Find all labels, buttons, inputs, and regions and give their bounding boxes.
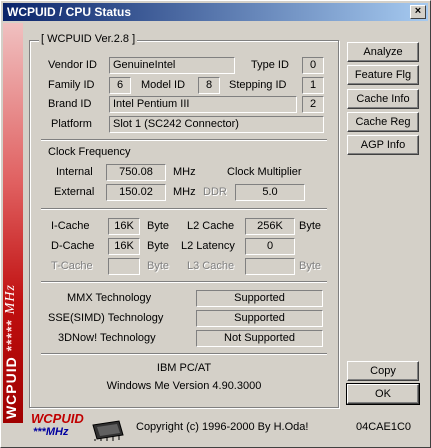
l3-cache-label: L3 Cache (187, 260, 235, 272)
sidebar-mhz: MHz (3, 283, 18, 315)
analyze-button[interactable]: Analyze (347, 42, 419, 62)
l3-cache-field (245, 258, 295, 275)
internal-clock-label: Internal (56, 166, 93, 178)
mmx-field: Supported (196, 290, 323, 307)
sse-label: SSE(SIMD) Technology (48, 312, 164, 324)
feature-flags-button[interactable]: Feature Flg (347, 65, 419, 85)
icache-field: 16K (108, 218, 140, 235)
tcache-unit: Byte (147, 260, 170, 272)
sidebar-stars: ***** (3, 319, 19, 352)
model-id-label: Model ID (141, 79, 186, 91)
l3-cache-unit: Byte (299, 260, 322, 272)
icache-label: I-Cache (51, 220, 90, 232)
type-id-field: 0 (302, 57, 324, 74)
3dnow-field: Not Supported (196, 330, 323, 347)
vendor-id-label: Vendor ID (48, 59, 97, 71)
external-clock-label: External (54, 186, 95, 198)
brand-id-field: Intel Pentium III (109, 96, 297, 113)
clock-multiplier-label: Clock Multiplier (227, 166, 302, 178)
logo-text: WCPUID (31, 411, 84, 426)
dcache-label: D-Cache (51, 240, 95, 252)
platform-label: Platform (51, 118, 92, 130)
agp-info-button[interactable]: AGP Info (347, 135, 419, 155)
chip-icon (92, 420, 124, 441)
separator (41, 139, 327, 141)
wcpuid-window: WCPUID / CPU Status × WCPUID ***** MHz [… (0, 0, 431, 448)
external-clock-unit: MHz (173, 186, 196, 198)
close-button[interactable]: × (410, 5, 426, 19)
platform-field: Slot 1 (SC242 Connector) (109, 116, 324, 133)
clock-frequency-heading: Clock Frequency (48, 146, 131, 158)
group-title: [ WCPUID Ver.2.8 ] (39, 33, 138, 46)
brand-sidebar: WCPUID ***** MHz (3, 23, 23, 423)
copyright-text: Copyright (c) 1996-2000 By H.Oda! (136, 421, 309, 433)
logo-subtext: ***MHz (33, 426, 69, 438)
l2-cache-unit: Byte (299, 220, 322, 232)
mmx-label: MMX Technology (67, 292, 152, 304)
clock-multiplier-field: 5.0 (235, 184, 305, 201)
brand-id-label: Brand ID (48, 98, 92, 110)
machine-type: IBM PC/AT (156, 362, 212, 374)
l2-latency-label: L2 Latency (181, 240, 235, 252)
icache-unit: Byte (147, 220, 170, 232)
sse-field: Supported (196, 310, 323, 327)
stepping-id-label: Stepping ID (229, 79, 287, 91)
l2-latency-field: 0 (245, 238, 295, 255)
internal-clock-unit: MHz (173, 166, 196, 178)
family-id-field: 6 (109, 77, 131, 94)
os-version: Windows Me Version 4.90.3000 (106, 380, 262, 392)
sidebar-brand: WCPUID (3, 356, 19, 419)
tcache-field (108, 258, 140, 275)
type-id-label: Type ID (251, 59, 289, 71)
dcache-unit: Byte (147, 240, 170, 252)
brand-id-number: 2 (302, 96, 324, 113)
vendor-id-field: GenuineIntel (109, 57, 235, 74)
separator (41, 281, 327, 283)
dcache-field: 16K (108, 238, 140, 255)
stepping-id-field: 1 (302, 77, 324, 94)
cache-reg-button[interactable]: Cache Reg (347, 112, 419, 132)
separator (41, 353, 327, 355)
family-id-label: Family ID (48, 79, 95, 91)
external-clock-field: 150.02 (106, 184, 166, 201)
cache-info-button[interactable]: Cache Info (347, 89, 419, 109)
3dnow-label: 3DNow! Technology (58, 332, 156, 344)
ddr-label: DDR (203, 186, 227, 198)
sidebar-brand-text: WCPUID ***** MHz (3, 284, 23, 419)
tcache-label: T-Cache (51, 260, 93, 272)
window-title: WCPUID / CPU Status (7, 5, 132, 19)
internal-clock-field: 750.08 (106, 164, 166, 181)
cpu-code: 04CAE1C0 (356, 421, 412, 433)
separator (41, 208, 327, 210)
wcpuid-logo: WCPUID ***MHz (31, 411, 127, 441)
ok-button[interactable]: OK (346, 383, 420, 405)
title-bar[interactable]: WCPUID / CPU Status × (3, 3, 428, 21)
model-id-field: 8 (198, 77, 220, 94)
l2-cache-field: 256K (245, 218, 295, 235)
copy-button[interactable]: Copy (347, 361, 419, 381)
l2-cache-label: L2 Cache (187, 220, 235, 232)
